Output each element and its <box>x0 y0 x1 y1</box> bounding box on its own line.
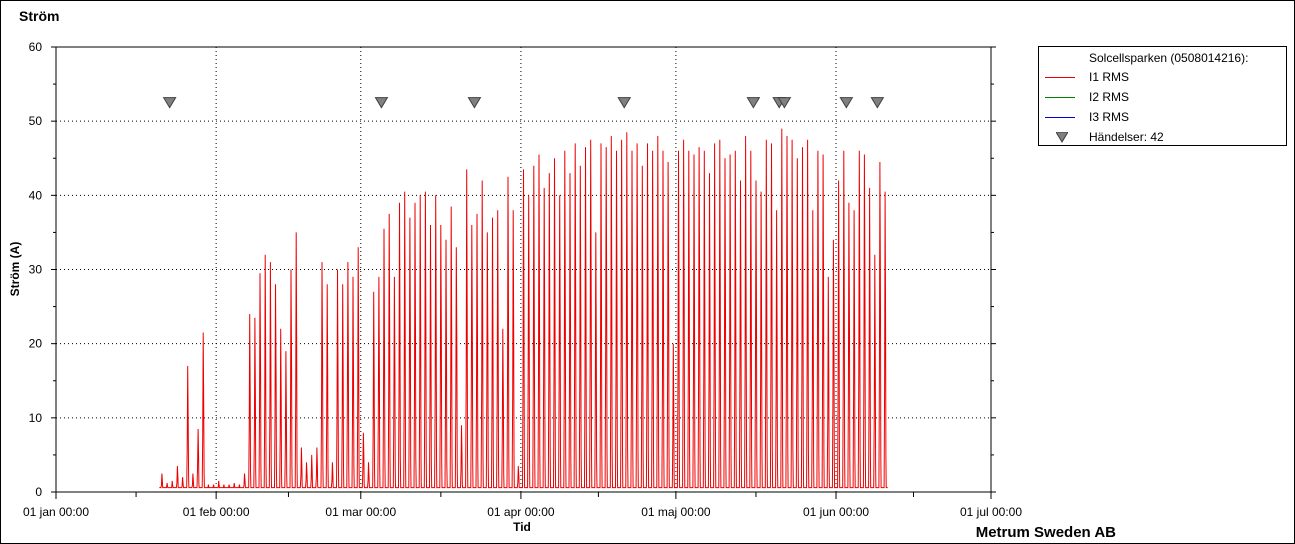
event-marker <box>374 97 389 109</box>
legend-label-events: Händelser: 42 <box>1089 130 1164 144</box>
y-tick-label: 0 <box>35 485 42 499</box>
legend-header: Solcellsparken (0508014216): <box>1089 51 1249 65</box>
y-tick-label: 30 <box>29 263 43 277</box>
legend-swatch-i2 <box>1045 97 1075 98</box>
event-marker-icon <box>1056 132 1068 143</box>
y-tick-label: 40 <box>29 188 43 202</box>
event-marker <box>162 97 177 109</box>
x-tick-label: 01 apr 00:00 <box>487 505 555 519</box>
events-layer <box>162 97 885 109</box>
legend-label-i2: I2 RMS <box>1089 90 1130 104</box>
x-tick-label: 01 jan 00:00 <box>23 505 89 519</box>
series-line-i1-rms <box>159 128 888 489</box>
event-marker <box>467 97 482 109</box>
x-tick-label: 01 feb 00:00 <box>183 505 250 519</box>
company-name: Metrum Sweden AB <box>975 524 1116 541</box>
y-tick-label: 10 <box>29 411 43 425</box>
event-marker <box>870 97 885 109</box>
x-tick-label: 01 maj 00:00 <box>641 505 711 519</box>
y-tick-label: 20 <box>29 337 43 351</box>
legend-swatch-i1 <box>1045 77 1075 78</box>
event-marker <box>839 97 854 109</box>
event-marker <box>617 97 632 109</box>
legend-label-i3: I3 RMS <box>1089 110 1130 124</box>
series-layer <box>159 128 888 489</box>
x-tick-label: 01 mar 00:00 <box>325 505 396 519</box>
legend-swatch-i3 <box>1045 117 1075 118</box>
legend-item-i1: I1 RMS <box>1039 69 1284 85</box>
legend-item-i3: I3 RMS <box>1039 109 1284 125</box>
legend-label-i1: I1 RMS <box>1089 70 1130 84</box>
y-tick-label: 50 <box>29 114 43 128</box>
event-marker <box>746 97 761 109</box>
y-axis-label: Ström (A) <box>8 242 22 297</box>
x-axis-label: Tid <box>513 520 531 534</box>
x-tick-label: 01 jun 00:00 <box>803 505 869 519</box>
legend: Solcellsparken (0508014216): I1 RMS I2 R… <box>1038 46 1287 146</box>
legend-item-i2: I2 RMS <box>1039 89 1284 105</box>
x-tick-label: 01 jul 00:00 <box>960 505 1022 519</box>
legend-item-events: Händelser: 42 <box>1039 129 1284 145</box>
y-tick-label: 60 <box>29 40 43 54</box>
